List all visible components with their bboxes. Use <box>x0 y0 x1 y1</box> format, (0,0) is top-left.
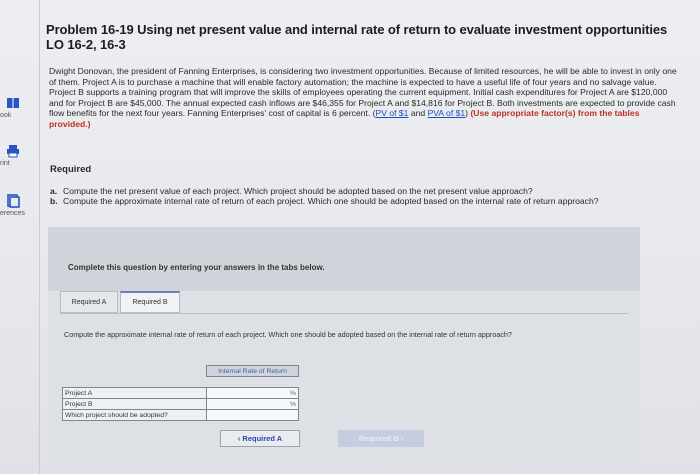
title-line-2: LO 16-2, 16-3 <box>46 37 126 52</box>
table-blank-cell <box>63 366 207 377</box>
prev-required-a-button[interactable]: ‹ Required A <box>220 430 300 447</box>
row-label-project-b: Project B <box>62 398 207 410</box>
table-header-row: Internal Rate of Return <box>63 365 299 377</box>
link-conjunction: and <box>410 108 426 119</box>
sidebar-item-print[interactable]: rint <box>0 144 40 167</box>
tab-required-a[interactable]: Required A <box>60 291 118 313</box>
irr-input-project-a[interactable]: % <box>206 387 299 399</box>
sidebar-item-ebook[interactable]: ook <box>0 96 40 119</box>
problem-intro: Dwight Donovan, the president of Fanning… <box>49 66 677 129</box>
question-list: a. Compute the net present value of each… <box>50 186 680 206</box>
pva-of-1-link[interactable]: PVA of $1 <box>428 108 466 118</box>
table-row: Project B % <box>62 398 299 410</box>
table-row <box>63 377 299 388</box>
question-letter: b. <box>50 196 58 206</box>
required-heading: Required <box>50 164 92 175</box>
irr-input-project-b[interactable]: % <box>206 398 299 410</box>
table-spacer <box>63 377 207 388</box>
print-icon <box>7 145 19 158</box>
page: ook rint erences Problem 16-19 Using net… <box>0 0 700 474</box>
sidebar-item-references[interactable]: erences <box>0 194 40 217</box>
question-b: b. Compute the approximate internal rate… <box>50 196 680 206</box>
panel-instruction: Complete this question by entering your … <box>68 263 325 272</box>
table-row: Project A % <box>62 387 299 399</box>
question-text: Compute the approximate internal rate of… <box>63 196 599 206</box>
sidebar-item-label: erences <box>0 210 25 217</box>
question-a: a. Compute the net present value of each… <box>50 186 680 196</box>
compute-instruction: Compute the approximate internal rate of… <box>64 330 512 339</box>
irr-column-header: Internal Rate of Return <box>206 365 299 377</box>
title-line-1: Problem 16-19 Using net present value an… <box>46 22 668 37</box>
table-spacer <box>207 377 299 388</box>
page-title: Problem 16-19 Using net present value an… <box>46 22 686 52</box>
next-button-label: Required B <box>358 434 399 443</box>
chevron-right-icon: › <box>398 434 404 443</box>
references-icon <box>7 194 20 208</box>
answer-panel: Complete this question by entering your … <box>48 227 640 464</box>
irr-table: Internal Rate of Return Project A % Proj… <box>62 365 299 421</box>
sidebar: ook rint erences <box>0 0 40 474</box>
which-project-select[interactable] <box>206 409 299 421</box>
question-letter: a. <box>50 186 58 196</box>
sidebar-item-label: ook <box>0 112 12 119</box>
tab-required-b[interactable]: Required B <box>120 291 180 313</box>
panel-header: Complete this question by entering your … <box>48 227 640 291</box>
row-label-project-a: Project A <box>62 387 207 399</box>
row-label-which-project: Which project should be adopted? <box>62 409 207 421</box>
question-text: Compute the net present value of each pr… <box>63 186 533 196</box>
sidebar-item-label: rint <box>0 160 10 167</box>
prev-button-label: Required A <box>242 434 283 443</box>
next-required-b-button[interactable]: Required B › <box>338 430 424 447</box>
table-row: Which project should be adopted? <box>62 409 299 421</box>
pv-of-1-link[interactable]: PV of $1 <box>375 108 408 118</box>
book-icon <box>7 98 19 108</box>
tab-divider <box>60 313 628 314</box>
